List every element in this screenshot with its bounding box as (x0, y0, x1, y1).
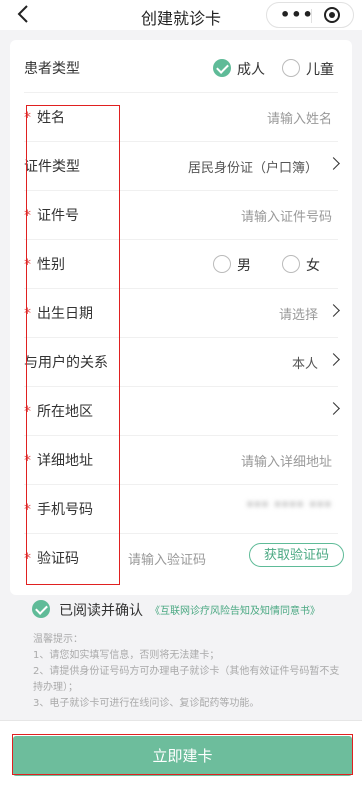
chevron-right-icon (327, 353, 340, 366)
relation-value: 本人 (291, 357, 318, 372)
row-id-number[interactable]: * 证件号 请输入证件号码 (10, 191, 352, 240)
agreement-row: 已阅读并确认 《互联网诊疗风险告知及知情同意书》 (12, 598, 352, 620)
radio-male-label: 男 (237, 258, 251, 274)
row-id-type[interactable]: 证件类型 居民身份证（户口簿） (10, 142, 352, 191)
birthdate-label: 出生日期 (37, 306, 93, 322)
required-mark: * (24, 453, 31, 469)
required-mark: * (24, 404, 31, 420)
relation-label: 与用户的关系 (24, 355, 108, 371)
chevron-right-icon (327, 402, 340, 415)
required-mark: * (24, 306, 31, 322)
required-mark: * (24, 110, 31, 126)
tips-item: 3、电子就诊卡可进行在线问诊、复诊配药等功能。 (33, 698, 260, 709)
required-mark: * (24, 502, 31, 518)
chevron-right-icon (327, 304, 340, 317)
chevron-right-icon (327, 157, 340, 170)
row-relation[interactable]: 与用户的关系 本人 (10, 338, 352, 387)
nav-bar: 创建就诊卡 ••• (0, 0, 362, 30)
unchecked-circle-icon (282, 59, 300, 77)
phone-label: 手机号码 (37, 502, 93, 518)
required-mark: * (24, 208, 31, 224)
agreement-link[interactable]: 《互联网诊疗风险告知及知情同意书》 (150, 602, 320, 617)
mini-program-capsule: ••• (266, 2, 354, 28)
address-label: 详细地址 (37, 453, 93, 469)
capsule-divider (311, 9, 312, 23)
get-code-button[interactable]: 获取验证码 (249, 543, 344, 567)
row-address[interactable]: * 详细地址 请输入详细地址 (10, 436, 352, 485)
row-name[interactable]: * 姓名 请输入姓名 (10, 93, 352, 142)
required-mark: * (24, 257, 31, 273)
address-input[interactable]: 请输入详细地址 (241, 451, 332, 470)
close-target-icon[interactable] (324, 7, 340, 23)
footer-bar: 立即建卡 (0, 720, 362, 802)
radio-female-label: 女 (306, 258, 320, 274)
agreement-text: 已阅读并确认 (59, 603, 143, 619)
checked-circle-icon (213, 59, 231, 77)
checkbox-checked-icon[interactable] (32, 600, 50, 618)
row-verify-code: * 验证码 请输入验证码 获取验证码 (10, 534, 352, 583)
row-region[interactable]: * 所在地区 (10, 387, 352, 436)
name-label: 姓名 (37, 110, 65, 126)
row-patient-type: 患者类型 成人 儿童 (10, 44, 352, 93)
row-phone[interactable]: * 手机号码 *** **** *** (10, 485, 352, 534)
unchecked-circle-icon (282, 255, 300, 273)
radio-adult-label: 成人 (237, 62, 265, 78)
id-type-label: 证件类型 (24, 159, 80, 175)
tips-title: 温馨提示： (33, 634, 83, 645)
birthdate-picker[interactable]: 请选择 (279, 304, 318, 323)
row-birthdate[interactable]: * 出生日期 请选择 (10, 289, 352, 338)
patient-type-label: 患者类型 (24, 61, 80, 77)
unchecked-circle-icon (213, 255, 231, 273)
phone-value[interactable]: *** **** *** (247, 500, 332, 515)
id-number-label: 证件号 (37, 208, 79, 224)
id-number-input[interactable]: 请输入证件号码 (241, 206, 332, 225)
radio-child-label: 儿童 (306, 62, 334, 78)
gender-label: 性别 (37, 257, 65, 273)
id-type-value: 居民身份证（户口簿） (187, 161, 318, 176)
create-card-button[interactable]: 立即建卡 (13, 736, 352, 776)
required-mark: * (24, 551, 31, 567)
tips-section: 温馨提示： 1、请您如实填写信息，否则将无法建卡； 2、请提供身份证号码方可办理… (33, 632, 345, 712)
tips-item: 1、请您如实填写信息，否则将无法建卡； (33, 650, 220, 661)
code-input[interactable]: 请输入验证码 (128, 549, 206, 568)
row-gender: * 性别 男 女 (10, 240, 352, 289)
code-label: 验证码 (37, 551, 79, 567)
tips-item: 2、请提供身份证号码方可办理电子就诊卡（其他有效证件号码暂不支持办理）； (33, 666, 340, 693)
form-card: 患者类型 成人 儿童 * 姓名 请输入姓名 证件类型 居民身份证（户口簿） * 证件… (10, 40, 352, 595)
region-label: 所在地区 (37, 404, 93, 420)
name-input[interactable]: 请输入姓名 (267, 108, 332, 127)
more-icon[interactable]: ••• (280, 5, 314, 24)
